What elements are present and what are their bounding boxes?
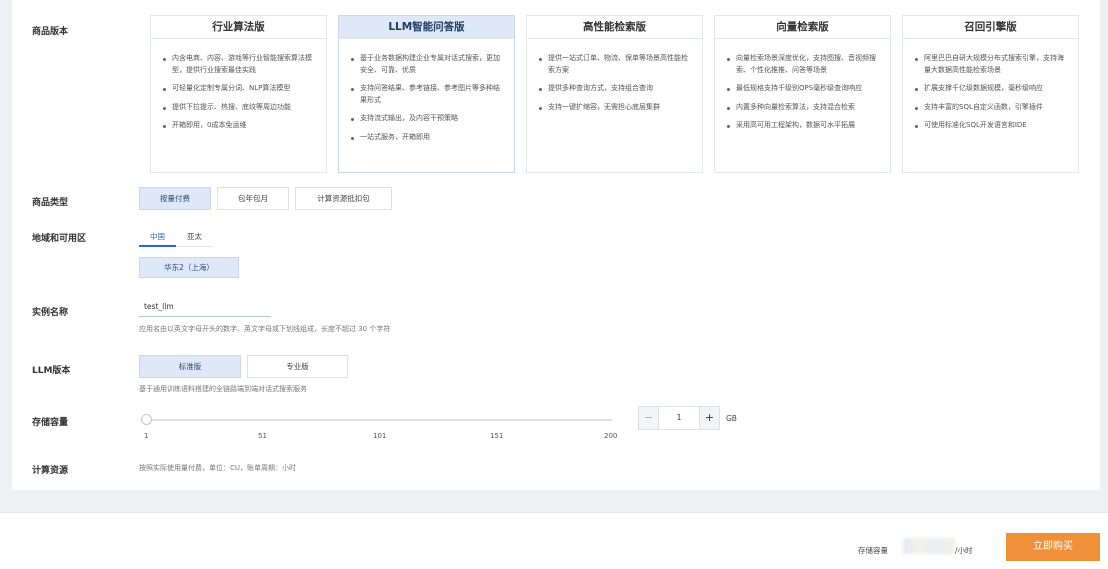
feature-item: 支持一键扩缩容，无需担心底层集群	[539, 102, 690, 114]
edition-card-recall-engine[interactable]: 召回引擎版 阿里巴巴自研大规模分布式搜索引擎，支持海量大数据高性能检索场景 扩展…	[902, 15, 1079, 173]
edition-card-high-performance[interactable]: 高性能检索版 提供一站式订单、物流、保单等场景高性能检索方案 提供多种查询方式，…	[526, 15, 703, 173]
minus-icon[interactable]: −	[639, 407, 659, 429]
edition-title: LLM智能问答版	[339, 16, 514, 39]
feature-item: 阿里巴巴自研大规模分布式搜索引擎，支持海量大数据高性能检索场景	[915, 53, 1066, 76]
edition-title: 高性能检索版	[527, 16, 702, 39]
slider-tick: 51	[258, 432, 267, 440]
label-region: 地域和可用区	[32, 234, 87, 244]
feature-item: 支持问答结果、参考链接、参考图片等多种结果形式	[351, 83, 502, 106]
edition-title: 向量检索版	[715, 16, 890, 39]
storage-value-input[interactable]: 1	[659, 407, 699, 429]
feature-item: 最低规格支持千级别QPS毫秒级查询响应	[727, 83, 878, 95]
feature-item: 可使用标准化SQL开发语言和IDE	[915, 120, 1066, 132]
label-storage: 存储容量	[32, 418, 69, 428]
zone-shanghai-button[interactable]: 华东2（上海）	[139, 257, 239, 278]
tab-active-indicator	[139, 245, 176, 247]
storage-stepper: − 1 +	[638, 406, 720, 430]
type-pay-as-you-go-button[interactable]: 按量付费	[139, 187, 211, 210]
edition-title: 召回引擎版	[903, 16, 1078, 39]
label-instance-name: 实例名称	[32, 308, 69, 318]
feature-item: 提供下拉提示、热搜、底纹等周边功能	[163, 102, 314, 114]
feature-item: 开箱即用，0成本免运维	[163, 120, 314, 132]
feature-item: 内置多种向量检索算法，支持混合检索	[727, 102, 878, 114]
label-llm-version: LLM版本	[32, 366, 71, 376]
slider-tick: 151	[490, 432, 504, 440]
slider-tick: 1	[144, 432, 149, 440]
feature-item: 一站式服务，开箱即用	[351, 132, 502, 144]
llm-professional-button[interactable]: 专业版	[247, 355, 348, 378]
price-unit: /小时	[955, 546, 973, 555]
label-product-type: 商品类型	[32, 198, 69, 208]
plus-icon[interactable]: +	[699, 407, 719, 429]
footer-storage-label: 存储容量	[858, 546, 888, 555]
feature-item: 内含电商、内容、游戏等行业智能搜索算法模型，提供行业搜索最佳实践	[163, 53, 314, 76]
storage-unit: GB	[726, 414, 737, 423]
price-value-redacted	[903, 538, 955, 554]
edition-card-industry[interactable]: 行业算法版 内含电商、内容、游戏等行业智能搜索算法模型，提供行业搜索最佳实践 可…	[150, 15, 327, 173]
type-subscription-button[interactable]: 包年包月	[217, 187, 289, 210]
storage-slider-track[interactable]	[146, 419, 612, 421]
instance-name-hint: 应用名由以英文字母开头的数字、英文字母或下划线组成，长度不超过 30 个字符	[139, 325, 391, 333]
slider-tick: 101	[373, 432, 387, 440]
buy-now-button[interactable]: 立即购买	[1006, 533, 1100, 561]
label-compute: 计算资源	[32, 466, 69, 476]
llm-version-hint: 基于通用训练语料搭建的全链路端到端对话式搜索服务	[139, 385, 307, 393]
feature-item: 扩展支撑千亿级数据规模，毫秒级响应	[915, 83, 1066, 95]
llm-standard-button[interactable]: 标准版	[139, 355, 241, 378]
feature-item: 基于业务数据构建企业专属对话式搜索，更加安全、可靠、优质	[351, 53, 502, 76]
feature-item: 提供一站式订单、物流、保单等场景高性能检索方案	[539, 53, 690, 76]
storage-slider-handle[interactable]	[141, 414, 152, 425]
tab-divider	[176, 246, 214, 247]
slider-tick: 200	[604, 432, 618, 440]
type-resource-pack-button[interactable]: 计算资源抵扣包	[295, 187, 392, 210]
edition-card-llm[interactable]: LLM智能问答版 基于业务数据构建企业专属对话式搜索，更加安全、可靠、优质 支持…	[338, 15, 515, 173]
label-edition: 商品版本	[32, 27, 69, 37]
feature-item: 可轻量化定制专属分词、NLP算法模型	[163, 83, 314, 95]
tab-region-china[interactable]: 中国	[150, 231, 165, 242]
feature-item: 支持丰富的SQL自定义函数，引擎插件	[915, 102, 1066, 114]
edition-title: 行业算法版	[151, 16, 326, 39]
feature-item: 支持流式输出，及内容干预策略	[351, 113, 502, 125]
edition-card-vector[interactable]: 向量检索版 向量检索场景深度优化，支持图搜、音视频搜索、个性化推推、问答等场景 …	[714, 15, 891, 173]
tab-region-asia-pacific[interactable]: 亚太	[187, 231, 202, 242]
compute-hint: 按照实际使用量付费，单位：CU，账单周期：小时	[139, 464, 297, 472]
feature-item: 采用高可用工程架构，数据可水平拓展	[727, 120, 878, 132]
feature-item: 提供多种查询方式，支持组合查询	[539, 83, 690, 95]
feature-item: 向量检索场景深度优化，支持图搜、音视频搜索、个性化推推、问答等场景	[727, 53, 878, 76]
instance-name-input[interactable]: test_llm	[139, 298, 271, 317]
